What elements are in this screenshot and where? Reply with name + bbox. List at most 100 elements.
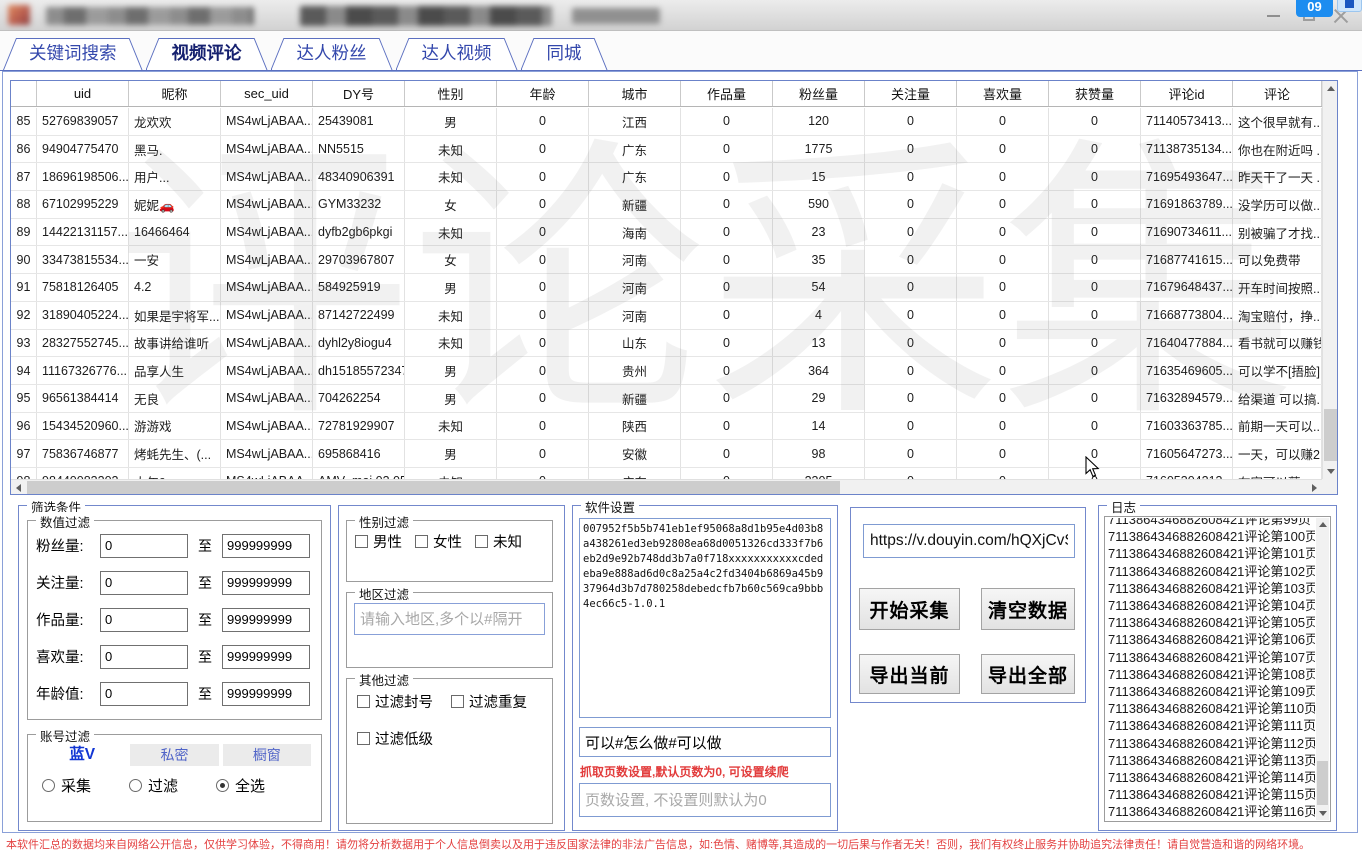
log-entry: 7113864346882608421评论第104页 <box>1108 597 1315 614</box>
range-to-label: 至 <box>198 573 212 593</box>
horizontal-scroll-thumb[interactable] <box>27 481 840 494</box>
vertical-scroll-thumb[interactable] <box>1324 409 1337 461</box>
button-导出当前[interactable]: 导出当前 <box>859 654 960 694</box>
group-title: 地区过滤 <box>355 584 413 603</box>
region-input[interactable] <box>354 603 545 635</box>
table-row[interactable]: 8867102995229妮妮🚗MS4wLjABAA...GYM33232女0新… <box>11 191 1322 219</box>
cell-关注量: 0 <box>865 468 957 479</box>
cell-粉丝量: 23 <box>773 219 865 246</box>
table-row[interactable]: 9596561384414无良MS4wLjABAA...704262254男0新… <box>11 385 1322 413</box>
cell-性别: 未知 <box>405 413 497 440</box>
column-header-uid[interactable]: uid <box>37 81 129 106</box>
column-header-作品量[interactable]: 作品量 <box>681 81 773 106</box>
table-row[interactable]: 9775836746877烤蚝先生、(...MS4wLjABAA...69586… <box>11 440 1322 468</box>
scroll-up-icon[interactable] <box>1316 518 1329 531</box>
filter-label: 年龄值: <box>36 683 100 704</box>
table-row[interactable]: 8552769839057龙欢欢MS4wLjABAA...25439081男0江… <box>11 108 1322 136</box>
table-row[interactable]: 9231890405224...如果是宇将军...MS4wLjABAA...87… <box>11 302 1322 330</box>
cell-粉丝量: 15 <box>773 163 865 190</box>
checkbox-过滤低级[interactable]: 过滤低级 <box>357 728 433 749</box>
radio-全选[interactable]: 全选 <box>216 775 265 796</box>
column-header-粉丝量[interactable]: 粉丝量 <box>773 81 865 106</box>
account-segment-私密[interactable]: 私密 <box>130 744 218 766</box>
log-scrollbar[interactable] <box>1316 518 1329 820</box>
tab-同城[interactable]: 同城 <box>521 38 608 70</box>
checkbox-过滤封号[interactable]: 过滤封号 <box>357 691 433 712</box>
column-header-城市[interactable]: 城市 <box>589 81 681 106</box>
follows-min-input[interactable] <box>100 571 188 595</box>
column-header-评论[interactable]: 评论 <box>1233 81 1322 106</box>
cell-评论: 开车时间按照... <box>1233 274 1322 301</box>
cell-粉丝量: 98 <box>773 440 865 467</box>
scroll-left-icon[interactable] <box>11 480 26 495</box>
table-row[interactable]: 9615434520960...游游戏MS4wLjABAA...72781929… <box>11 413 1322 441</box>
age-max-input[interactable] <box>222 682 310 706</box>
likes-min-input[interactable] <box>100 645 188 669</box>
minimize-button[interactable] <box>1258 2 1288 29</box>
cell-评论id: 71138735134... <box>1141 136 1233 163</box>
button-清空数据[interactable]: 清空数据 <box>981 588 1075 630</box>
radio-采集[interactable]: 采集 <box>42 775 91 796</box>
cell-城市: 安徽 <box>589 440 681 467</box>
scroll-down-icon[interactable] <box>1316 807 1329 820</box>
column-header-评论id[interactable]: 评论id <box>1141 81 1233 106</box>
radio-过滤[interactable]: 过滤 <box>129 775 178 796</box>
column-header-年龄[interactable]: 年龄 <box>497 81 589 106</box>
scroll-down-icon[interactable] <box>1323 464 1338 479</box>
checkbox-女性[interactable]: 女性 <box>415 531 462 552</box>
table-row[interactable]: 9898440083202大年9MS4wLjABAA...AMV_mai 03.… <box>11 468 1322 479</box>
cell-性别: 未知 <box>405 163 497 190</box>
pages-input[interactable] <box>579 783 831 817</box>
account-segment-蓝V[interactable]: 蓝V <box>38 744 126 766</box>
tab-关键词搜索[interactable]: 关键词搜索 <box>3 38 143 70</box>
column-header-DY号[interactable]: DY号 <box>313 81 405 106</box>
cell-昵称: 大年9 <box>129 468 221 479</box>
works-max-input[interactable] <box>222 608 310 632</box>
button-导出全部[interactable]: 导出全部 <box>981 654 1075 694</box>
column-header-sec_uid[interactable]: sec_uid <box>221 81 313 106</box>
horizontal-scrollbar[interactable] <box>11 479 1322 494</box>
log-scroll-thumb[interactable] <box>1317 761 1328 805</box>
scroll-right-icon[interactable] <box>1307 480 1322 495</box>
table-row[interactable]: 8694904775470黑马.MS4wLjABAA...NN5515未知0广东… <box>11 136 1322 164</box>
column-header-关注量[interactable]: 关注量 <box>865 81 957 106</box>
column-header-昵称[interactable]: 昵称 <box>129 81 221 106</box>
checkbox-过滤重复[interactable]: 过滤重复 <box>451 691 527 712</box>
cell-sec_uid: MS4wLjABAA... <box>221 385 313 412</box>
column-header-获赞量[interactable]: 获赞量 <box>1049 81 1141 106</box>
license-textarea[interactable] <box>579 518 831 718</box>
tab-达人粉丝[interactable]: 达人粉丝 <box>271 38 393 70</box>
radio-circle <box>42 779 55 792</box>
button-开始采集[interactable]: 开始采集 <box>859 588 960 630</box>
cell-城市: 新疆 <box>589 385 681 412</box>
table-row[interactable]: 9033473815534...一安MS4wLjABAA...297039678… <box>11 246 1322 274</box>
cell-性别: 男 <box>405 108 497 135</box>
log-listbox[interactable]: 7113864346882608421评论第99页711386434688260… <box>1104 516 1331 822</box>
table-row[interactable]: 9328327552745...故事讲给谁听MS4wLjABAA...dyhl2… <box>11 330 1322 358</box>
table-row[interactable]: 91758181264054.2MS4wLjABAA...584925919男0… <box>11 274 1322 302</box>
column-header-喜欢量[interactable]: 喜欢量 <box>957 81 1049 106</box>
titlebar[interactable] <box>0 0 1362 31</box>
fans-min-input[interactable] <box>100 534 188 558</box>
table-row[interactable]: 8914422131157...16466464MS4wLjABAA...dyf… <box>11 219 1322 247</box>
url-input[interactable] <box>863 524 1075 558</box>
age-min-input[interactable] <box>100 682 188 706</box>
tab-视频评论[interactable]: 视频评论 <box>146 38 268 70</box>
fans-max-input[interactable] <box>222 534 310 558</box>
vertical-scrollbar[interactable] <box>1322 81 1337 479</box>
table-row[interactable]: 9411167326776...品享人生MS4wLjABAA...dh15185… <box>11 357 1322 385</box>
keyword-input[interactable] <box>579 727 831 757</box>
column-header-性别[interactable]: 性别 <box>405 81 497 106</box>
follows-max-input[interactable] <box>222 571 310 595</box>
account-segment-橱窗[interactable]: 橱窗 <box>223 744 311 766</box>
table-row[interactable]: 8718696198506...用户...MS4wLjABAA...483409… <box>11 163 1322 191</box>
data-table[interactable]: uid昵称sec_uidDY号性别年龄城市作品量粉丝量关注量喜欢量获赞量评论id… <box>10 80 1338 495</box>
works-min-input[interactable] <box>100 608 188 632</box>
likes-max-input[interactable] <box>222 645 310 669</box>
tab-达人视频[interactable]: 达人视频 <box>396 38 518 70</box>
scroll-up-icon[interactable] <box>1323 81 1338 96</box>
software-settings-panel: 软件设置 抓取页数设置,默认页数为0, 可设置续爬 <box>572 505 838 831</box>
checkbox-未知[interactable]: 未知 <box>475 531 522 552</box>
checkbox-男性[interactable]: 男性 <box>355 531 402 552</box>
radio-circle <box>129 779 142 792</box>
